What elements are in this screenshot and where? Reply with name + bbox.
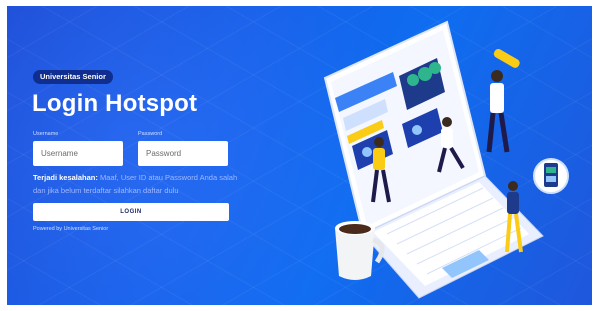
error-heading: Terjadi kesalahan: [33,173,98,182]
powered-by: Powered by Universitas Senior [33,226,109,232]
laptop-people-illustration [323,20,569,299]
page-title: Login Hotspot [32,90,198,117]
username-label: Username [33,131,59,137]
login-button[interactable]: LOGIN [33,203,229,221]
brand-badge: Universitas Senior [33,70,113,84]
error-message: Terjadi kesalahan: Maaf, User ID atau Pa… [33,171,239,197]
username-input[interactable] [33,141,123,166]
password-input[interactable] [138,141,228,166]
password-label: Password [138,131,163,137]
login-page: Universitas Senior Login Hotspot Usernam… [7,6,592,305]
